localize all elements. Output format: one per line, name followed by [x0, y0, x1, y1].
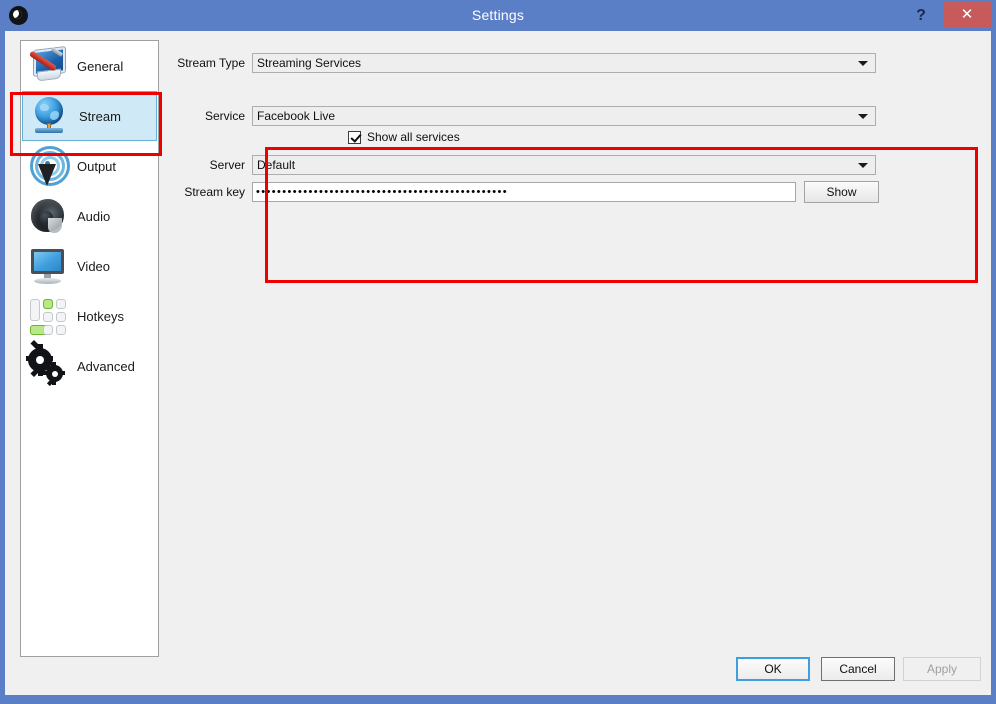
stream-key-input[interactable]: ••••••••••••••••••••••••••••••••••••••••…	[252, 182, 796, 202]
help-button[interactable]: ?	[904, 0, 938, 31]
chevron-down-icon	[858, 61, 868, 66]
stream-type-row: Stream Type Streaming Services	[165, 53, 973, 73]
stream-type-label: Stream Type	[177, 56, 245, 70]
cancel-button[interactable]: Cancel	[821, 657, 895, 681]
monitor-screwdriver-icon	[26, 44, 70, 88]
sidebar-item-output[interactable]: Output	[21, 141, 158, 191]
server-row: Server Default	[165, 155, 973, 175]
sidebar-item-label: Video	[77, 258, 111, 274]
server-label: Server	[209, 158, 245, 172]
dialog-footer: OK Cancel Apply	[5, 645, 991, 695]
settings-nav-list[interactable]: General Stream Output Audio Video Hotkey…	[20, 40, 159, 657]
stream-key-value: ••••••••••••••••••••••••••••••••••••••••…	[256, 186, 509, 198]
speaker-icon	[26, 194, 70, 238]
sidebar-item-hotkeys[interactable]: Hotkeys	[21, 291, 158, 341]
stream-key-row: Stream key •••••••••••••••••••••••••••••…	[165, 181, 973, 203]
show-button-label: Show	[826, 185, 857, 199]
gears-icon	[26, 339, 70, 388]
stream-type-select[interactable]: Streaming Services	[252, 53, 876, 73]
service-row: Service Facebook Live	[165, 106, 973, 126]
show-stream-key-button[interactable]: Show	[804, 181, 879, 203]
stream-type-value: Streaming Services	[257, 56, 362, 70]
broadcast-tower-icon	[26, 144, 70, 188]
sidebar-item-video[interactable]: Video	[21, 241, 158, 291]
chevron-down-icon	[858, 163, 868, 168]
service-label: Service	[204, 109, 245, 123]
stream-key-label: Stream key	[184, 185, 245, 199]
sidebar-item-label: General	[77, 58, 124, 74]
dialog-body: General Stream Output Audio Video Hotkey…	[5, 31, 991, 695]
service-value: Facebook Live	[257, 109, 336, 123]
sidebar-item-advanced[interactable]: Advanced	[21, 339, 158, 391]
service-select[interactable]: Facebook Live	[252, 106, 876, 126]
sidebar-item-label: Audio	[77, 208, 111, 224]
sidebar-item-label: Output	[77, 158, 117, 174]
title-bar: Settings ? ✕	[0, 0, 996, 31]
stream-settings-panel: Stream Type Streaming Services Service F…	[165, 40, 977, 657]
sidebar-item-stream[interactable]: Stream	[22, 91, 157, 141]
sidebar-item-label: Stream	[79, 108, 121, 124]
sidebar-item-label: Hotkeys	[77, 308, 124, 324]
show-all-services-label: Show all services	[367, 130, 460, 144]
monitor-icon	[26, 244, 70, 288]
sidebar-item-label: Advanced	[77, 358, 135, 374]
keyboard-keys-icon	[26, 294, 70, 338]
sidebar-item-general[interactable]: General	[21, 41, 158, 91]
apply-button: Apply	[903, 657, 981, 681]
sidebar-item-audio[interactable]: Audio	[21, 191, 158, 241]
chevron-down-icon	[858, 114, 868, 119]
server-value: Default	[257, 158, 296, 172]
server-select[interactable]: Default	[252, 155, 876, 175]
checkmark-icon	[348, 130, 361, 144]
settings-window: Settings ? ✕ General Stream Output Audio…	[0, 0, 996, 704]
show-all-services-checkbox[interactable]: Show all services	[348, 130, 460, 144]
globe-stand-icon	[28, 94, 72, 138]
ok-button[interactable]: OK	[736, 657, 810, 681]
window-title: Settings	[471, 7, 525, 23]
close-icon[interactable]: ✕	[943, 2, 991, 28]
